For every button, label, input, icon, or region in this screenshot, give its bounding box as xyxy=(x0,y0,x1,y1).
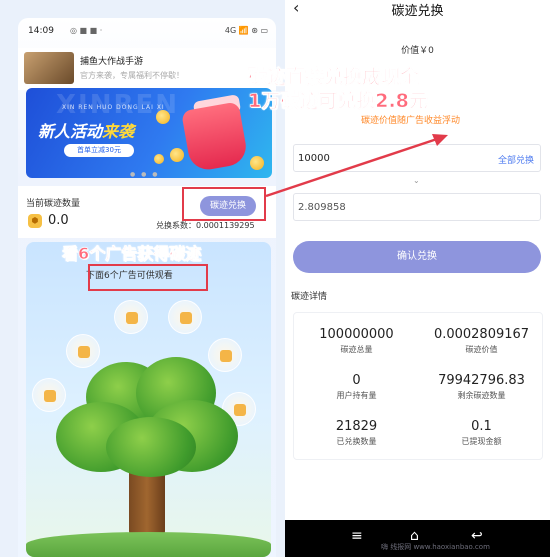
annotation-line-2: 1万碳迹可兑换2.8元 xyxy=(248,90,428,113)
annotation-watch-ads: 看6个广告获得碳迹 xyxy=(62,244,202,264)
annotation-line-1: 碳迹直接兑换成现金 xyxy=(248,66,420,89)
